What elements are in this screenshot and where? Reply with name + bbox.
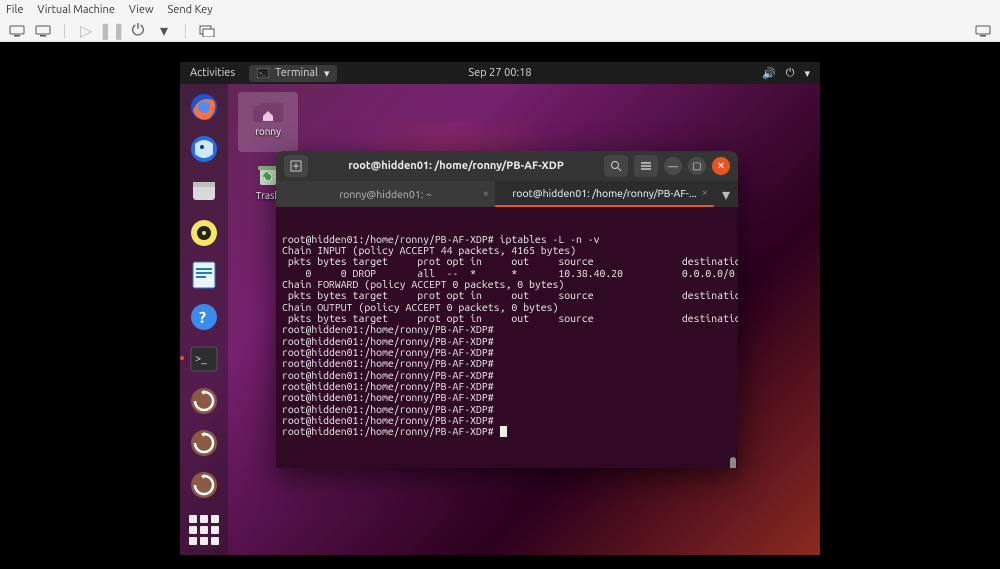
power-menu-icon[interactable]: ⏻ [786,67,795,80]
dock-help[interactable]: ? [185,298,223,336]
terminal-tab-2[interactable]: root@hidden01: /home/ronny/PB-AF-... × [495,181,714,207]
svg-text:>_: >_ [259,70,265,77]
dock-software-updater-2[interactable] [185,424,223,462]
terminal-titlebar[interactable]: root@hidden01: /home/ronny/PB-AF-XDP — ▢… [276,151,738,181]
guest-desktop: Activities >_ Terminal ▾ Sep 27 00:18 🔊 … [180,62,820,555]
terminal-window: root@hidden01: /home/ronny/PB-AF-XDP — ▢… [276,151,738,468]
monitor-2-icon[interactable] [32,22,54,40]
terminal-line: root@hidden01:/home/ronny/PB-AF-XDP# [282,392,732,403]
gnome-topbar: Activities >_ Terminal ▾ Sep 27 00:18 🔊 … [180,62,820,84]
terminal-line: pkts bytes target prot opt in out source… [282,256,732,267]
dock-software-updater-1[interactable] [185,382,223,420]
show-applications-button[interactable] [189,515,219,545]
power-dropdown-icon[interactable]: ▾ [153,22,175,40]
power-icon[interactable]: ⏻ [127,22,149,40]
hamburger-icon [640,161,652,171]
topbar-clock[interactable]: Sep 27 00:18 [468,67,531,79]
chevron-down-icon: ▾ [324,67,330,80]
terminal-cursor [500,426,507,437]
terminal-tabbar: ronny@hidden01: ~ × root@hidden01: /home… [276,181,738,207]
search-button[interactable] [604,155,628,177]
dock-software-updater-3[interactable] [185,466,223,504]
monitor-1-icon[interactable] [6,22,28,40]
close-tab-2-icon[interactable]: × [702,187,708,199]
terminal-tab-2-label: root@hidden01: /home/ronny/PB-AF-... [512,187,696,199]
ubuntu-dock: ? >_ [180,84,228,555]
dock-firefox[interactable] [185,88,223,126]
window-minimize-button[interactable]: — [664,157,682,175]
terminal-body[interactable]: root@hidden01:/home/ronny/PB-AF-XDP# ipt… [276,207,738,468]
dock-libreoffice-writer[interactable] [185,256,223,294]
tab-dropdown-button[interactable]: ▾ [714,181,738,207]
activities-button[interactable]: Activities [190,67,235,79]
terminal-line: root@hidden01:/home/ronny/PB-AF-XDP# [282,426,732,437]
topbar-app-label: Terminal [275,67,318,79]
terminal-title: root@hidden01: /home/ronny/PB-AF-XDP [314,160,598,172]
folder-home-icon [251,96,285,126]
terminal-line: root@hidden01:/home/ronny/PB-AF-XDP# [282,324,732,335]
window-close-button[interactable]: ✕ [712,157,730,175]
system-chevron-down-icon[interactable]: ▾ [804,67,810,80]
close-tab-1-icon[interactable]: × [483,188,489,200]
topbar-app-menu[interactable]: >_ Terminal ▾ [249,65,337,82]
window-maximize-button[interactable]: ▢ [688,157,706,175]
vm-menu-view[interactable]: View [129,4,154,16]
pause-icon[interactable]: ❚❚ [101,22,123,40]
screenshot-icon[interactable] [196,22,218,40]
search-icon [610,160,622,172]
svg-text:>_: >_ [195,353,207,365]
terminal-line: root@hidden01:/home/ronny/PB-AF-XDP# [282,358,732,369]
new-tab-button[interactable] [284,155,308,177]
desktop-home-label: ronny [255,126,281,137]
guest-black-frame: Activities >_ Terminal ▾ Sep 27 00:18 🔊 … [0,42,1000,569]
vm-menu-virtual-machine[interactable]: Virtual Machine [37,4,114,16]
volume-icon[interactable]: 🔊 [762,67,776,80]
play-icon[interactable]: ▷ [75,22,97,40]
desktop-home-folder[interactable]: ronny [238,92,298,152]
fullscreen-monitor-icon[interactable] [972,22,994,40]
terminal-small-icon: >_ [257,68,269,78]
terminal-scrollbar[interactable] [730,457,736,468]
terminal-tab-1-label: ronny@hidden01: ~ [339,188,431,200]
terminal-line: pkts bytes target prot opt in out source… [282,290,732,301]
hamburger-menu-button[interactable] [634,155,658,177]
dock-terminal[interactable]: >_ [185,340,223,378]
dock-thunderbird[interactable] [185,130,223,168]
vm-menu-send-key[interactable]: Send Key [168,4,213,16]
dock-rhythmbox[interactable] [185,214,223,252]
vm-menu-file[interactable]: File [6,4,23,16]
vm-host-toolbar: ▷ ❚❚ ⏻ ▾ [0,20,1000,42]
dock-files[interactable] [185,172,223,210]
terminal-tab-1[interactable]: ronny@hidden01: ~ × [276,181,495,207]
vm-host-menubar: File Virtual Machine View Send Key [0,0,1000,20]
svg-text:?: ? [199,309,206,327]
